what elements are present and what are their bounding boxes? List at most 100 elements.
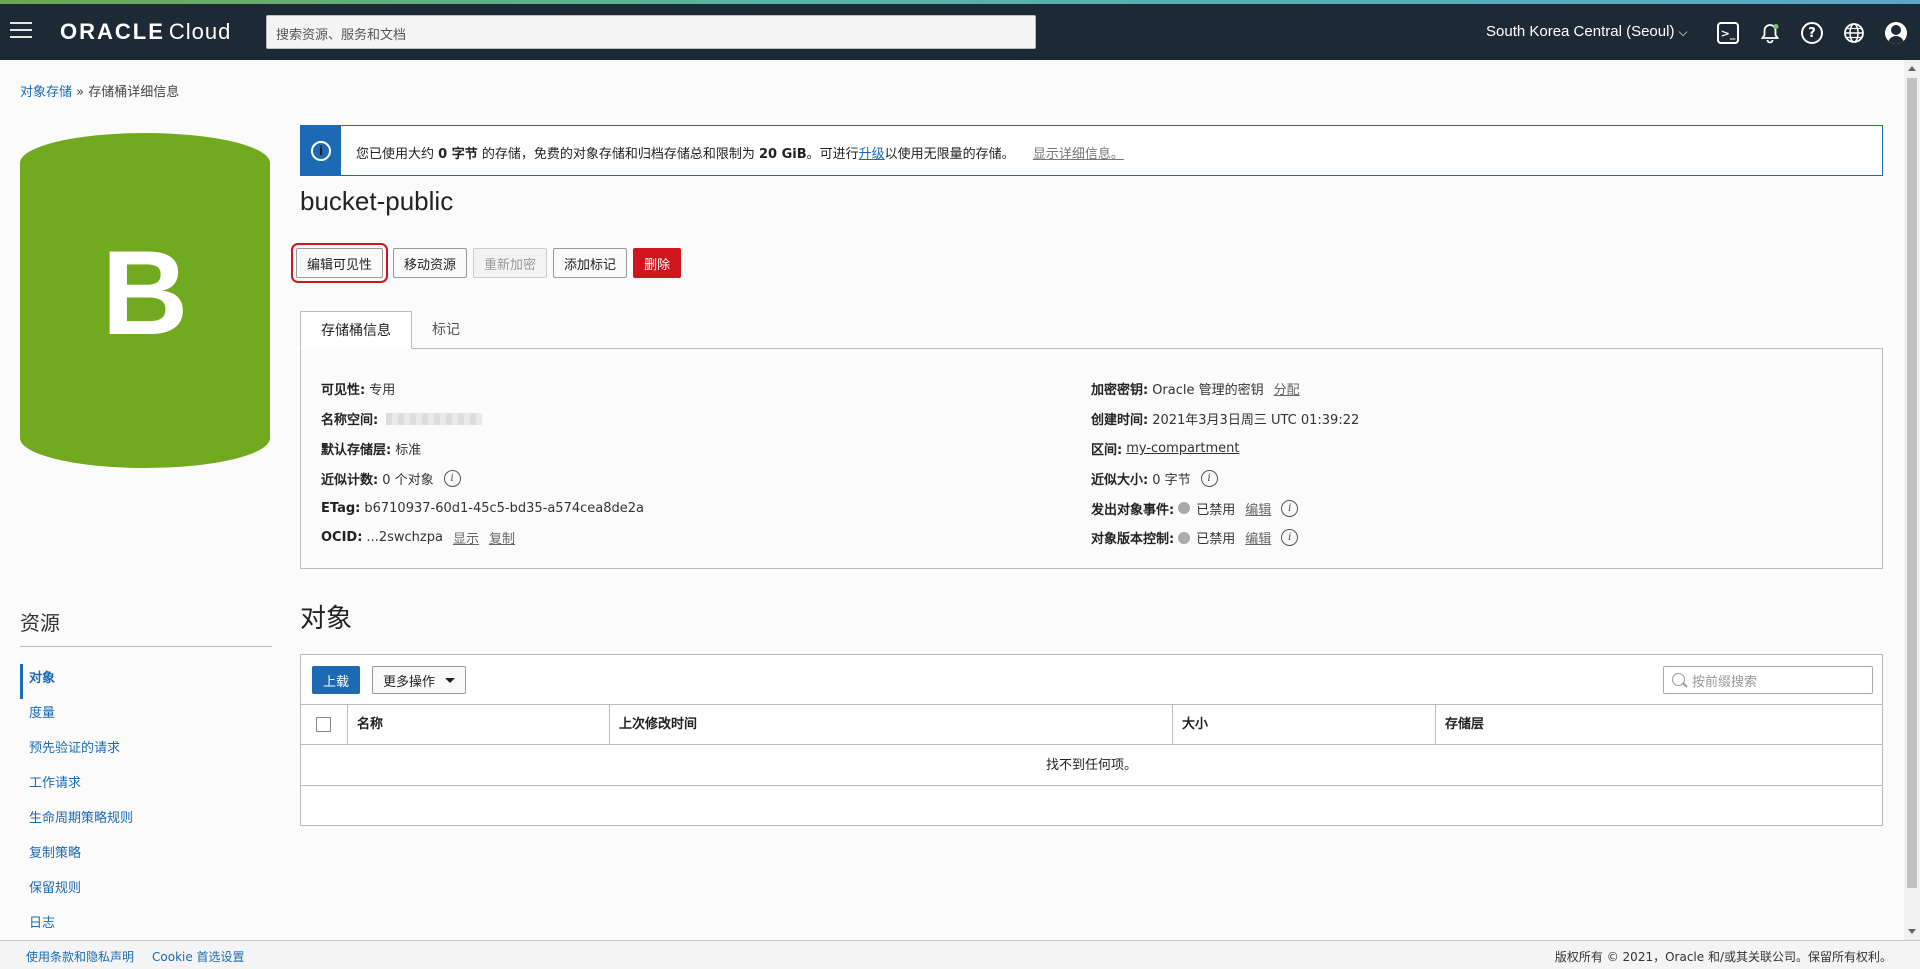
etag-value: b6710937-60d1-45c5-bd35-a574cea8de2a xyxy=(364,500,644,516)
breadcrumb-object-storage[interactable]: 对象存储 xyxy=(20,85,72,100)
terms-privacy-link[interactable]: 使用条款和隐私声明 xyxy=(26,950,134,964)
edit-visibility-button[interactable]: 编辑可见性 xyxy=(290,243,389,283)
namespace-label: 名称空间: xyxy=(321,413,379,429)
approx-size-label: 近似大小: xyxy=(1091,472,1149,488)
resource-item-lifecycle-rules[interactable]: 生命周期策略规则 xyxy=(20,804,272,839)
edit-object-events-link[interactable]: 编辑 xyxy=(1245,499,1271,518)
region-selector[interactable]: South Korea Central (Seoul) ⌵ xyxy=(1486,23,1688,40)
objects-heading: 对象 xyxy=(300,604,353,634)
more-actions-label: 更多操作 xyxy=(383,674,436,690)
bucket-actions: 编辑可见性 移动资源 重新加密 添加标记 删除 xyxy=(290,243,682,283)
visibility-value: 专用 xyxy=(369,383,396,399)
compartment-link[interactable]: my-compartment xyxy=(1126,441,1239,456)
caret-down-icon xyxy=(445,677,456,683)
edit-versioning-link[interactable]: 编辑 xyxy=(1245,528,1271,547)
objects-table-header: 名称 上次修改时间 大小 存储层 xyxy=(301,705,1882,745)
hamburger-menu-icon[interactable] xyxy=(10,22,32,40)
resource-item-work-requests[interactable]: 工作请求 xyxy=(20,769,272,804)
compartment-label: 区间: xyxy=(1091,442,1123,458)
resources-heading: 资源 xyxy=(20,611,60,635)
info-column-right: 加密密钥: Oracle 管理的密钥 分配 创建时间: 2021年3月3日周三 UTC… xyxy=(1091,374,1359,553)
upgrade-link[interactable]: 升级 xyxy=(859,147,885,162)
language-globe-icon[interactable] xyxy=(1841,20,1867,46)
created-value: 2021年3月3日周三 UTC 01:39:22 xyxy=(1152,413,1360,429)
resource-item-replication-policy[interactable]: 复制策略 xyxy=(20,839,272,874)
info-icon[interactable]: i xyxy=(443,469,461,487)
column-header-name[interactable]: 名称 xyxy=(348,705,610,745)
tab-tags[interactable]: 标记 xyxy=(412,311,480,349)
show-details-link[interactable]: 显示详细信息。 xyxy=(1033,147,1124,162)
delete-button[interactable]: 删除 xyxy=(633,248,682,278)
upload-button[interactable]: 上载 xyxy=(312,666,361,694)
encryption-key-label: 加密密钥: xyxy=(1091,383,1149,399)
approx-size-row: 近似大小: 0 字节 i xyxy=(1091,463,1359,493)
notification-bell-icon[interactable] xyxy=(1757,20,1783,46)
visibility-row: 可见性: 专用 xyxy=(321,374,644,404)
select-all-checkbox[interactable] xyxy=(316,717,331,732)
global-search-input[interactable]: 搜索资源、服务和文档 xyxy=(266,15,1036,49)
scroll-up-arrow-icon[interactable] xyxy=(1908,66,1916,71)
column-header-storage-tier[interactable]: 存储层 xyxy=(1436,705,1882,745)
approx-size-value: 0 字节 xyxy=(1152,472,1191,488)
user-profile-icon[interactable] xyxy=(1883,20,1909,46)
assign-key-link[interactable]: 分配 xyxy=(1274,379,1300,398)
resource-item-retention-rules[interactable]: 保留规则 xyxy=(20,874,272,909)
column-header-last-modified[interactable]: 上次修改时间 xyxy=(610,705,1173,745)
compartment-row: 区间: my-compartment xyxy=(1091,434,1359,464)
created-row: 创建时间: 2021年3月3日周三 UTC 01:39:22 xyxy=(1091,404,1359,434)
versioning-value: 已禁用 xyxy=(1196,532,1236,548)
top-navigation-bar: ORACLE Cloud 搜索资源、服务和文档 South Korea Centr… xyxy=(0,4,1920,60)
divider xyxy=(20,646,272,647)
encryption-key-row: 加密密钥: Oracle 管理的密钥 分配 xyxy=(1091,374,1359,404)
ocid-label: OCID: xyxy=(321,530,363,546)
storage-usage-banner: i 您已使用大约 0 字节 的存储，免费的对象存储和归档存储总和限制为 20 G… xyxy=(300,125,1883,176)
empty-table-message: 找不到任何项。 xyxy=(301,746,1882,786)
copyright-text: 版权所有 © 2021，Oracle 和/或其关联公司。保留所有权利。 xyxy=(1554,950,1892,964)
add-tags-button[interactable]: 添加标记 xyxy=(553,248,628,278)
prefix-search-input[interactable]: 按前缀搜索 xyxy=(1663,666,1873,694)
info-icon[interactable]: i xyxy=(1200,469,1218,487)
prefix-search-placeholder: 按前缀搜索 xyxy=(1692,674,1758,690)
banner-message: 您已使用大约 0 字节 的存储，免费的对象存储和归档存储总和限制为 20 GiB… xyxy=(356,143,1124,162)
move-resource-button[interactable]: 移动资源 xyxy=(393,248,468,278)
copy-ocid-link[interactable]: 复制 xyxy=(489,528,515,547)
storage-tier-value: 标准 xyxy=(395,442,422,458)
banner-text-5: 。可进行 xyxy=(806,147,859,162)
select-all-cell xyxy=(301,705,348,745)
info-banner-icon: i xyxy=(301,126,341,175)
oracle-cloud-logo[interactable]: ORACLE Cloud xyxy=(60,19,231,45)
banner-limit: 20 GiB xyxy=(758,147,807,162)
page-scrollbar[interactable] xyxy=(1904,60,1920,940)
help-icon[interactable]: ? xyxy=(1799,20,1825,46)
scroll-down-arrow-icon[interactable] xyxy=(1908,929,1916,934)
tab-bucket-info[interactable]: 存储桶信息 xyxy=(300,311,412,349)
more-actions-button[interactable]: 更多操作 xyxy=(372,666,467,694)
cookie-preferences-link[interactable]: Cookie 首选设置 xyxy=(152,950,245,964)
resource-item-logs[interactable]: 日志 xyxy=(20,909,272,944)
object-events-value: 已禁用 xyxy=(1196,502,1236,518)
storage-tier-row: 默认存储层: 标准 xyxy=(321,434,644,464)
column-header-size[interactable]: 大小 xyxy=(1173,705,1436,745)
search-icon xyxy=(1672,673,1685,686)
ocid-row: OCID: ...2swchzpa 显示 复制 xyxy=(321,523,644,553)
breadcrumb-current: 存储桶详细信息 xyxy=(88,85,180,100)
bucket-info-panel: 可见性: 专用 名称空间: 默认存储层: 标准 近似计数: 0 个对象 i ETag: b… xyxy=(300,348,1883,569)
approx-count-value: 0 个对象 xyxy=(382,472,434,488)
info-icon[interactable]: i xyxy=(1281,499,1299,517)
cloud-shell-icon[interactable]: >_ xyxy=(1715,20,1741,46)
info-icon[interactable]: i xyxy=(1281,529,1299,547)
banner-text-1: 您已使用大约 xyxy=(356,147,439,162)
show-ocid-link[interactable]: 显示 xyxy=(453,528,479,547)
resource-item-objects[interactable]: 对象 xyxy=(20,664,272,699)
storage-tier-label: 默认存储层: xyxy=(321,442,392,458)
namespace-redacted-value xyxy=(386,412,483,425)
resource-item-metrics[interactable]: 度量 xyxy=(20,699,272,734)
objects-toolbar: 上载 更多操作 按前缀搜索 xyxy=(301,655,1882,705)
reencrypt-button[interactable]: 重新加密 xyxy=(473,248,548,278)
scrollbar-thumb[interactable] xyxy=(1907,78,1917,888)
objects-table-panel: 上载 更多操作 按前缀搜索 名称 上次修改时间 大小 存储层 找不到任何项。 xyxy=(300,654,1883,826)
detail-tabs: 存储桶信息 标记 xyxy=(300,311,480,349)
resource-item-preauth-requests[interactable]: 预先验证的请求 xyxy=(20,734,272,769)
object-events-row: 发出对象事件: 已禁用 编辑 i xyxy=(1091,493,1359,523)
info-column-left: 可见性: 专用 名称空间: 默认存储层: 标准 近似计数: 0 个对象 i ETag: b… xyxy=(321,374,644,553)
